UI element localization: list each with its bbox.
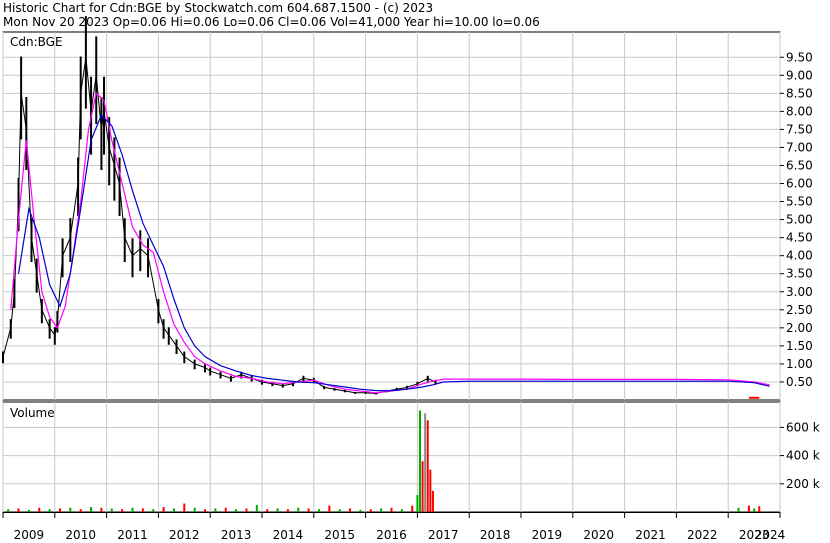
volume-bar (737, 507, 740, 512)
volume-bar (416, 495, 419, 512)
volume-chart-title: Volume (10, 406, 55, 420)
volume-bar (110, 508, 113, 512)
price-y-tick-label: 7.00 (786, 140, 813, 154)
price-y-tick-label: 3.00 (786, 285, 813, 299)
volume-bar (359, 509, 362, 512)
volume-bar (90, 507, 93, 512)
price-y-tick-label: 4.50 (786, 231, 813, 245)
volume-bar (426, 420, 429, 512)
price-y-tick-label: 2.50 (786, 303, 813, 317)
x-tick-label: 2016 (376, 528, 407, 542)
price-y-tick-label: 9.50 (786, 50, 813, 64)
price-y-tick-label: 4.00 (786, 249, 813, 263)
volume-bar (17, 508, 20, 512)
x-tick-label: 2017 (428, 528, 459, 542)
volume-bar (79, 509, 82, 512)
volume-bar (193, 507, 196, 512)
x-tick-label: 2024 (755, 528, 786, 542)
price-y-tick-label: 1.50 (786, 339, 813, 353)
volume-bar (152, 509, 155, 512)
x-tick-label: 2022 (687, 528, 718, 542)
volume-bar (255, 504, 258, 512)
volume-panel: 600 k 400 k 200 k Volume (2, 401, 820, 513)
volume-bar (317, 509, 320, 512)
volume-bar (747, 505, 750, 512)
price-panel: 9.50 9.00 8.50 8.00 7.50 7.00 6.50 6.00 5.50 5.00… (2, 16, 813, 401)
price-y-tick-label: 8.00 (786, 104, 813, 118)
price-y-tick-label: 1.00 (786, 357, 813, 371)
volume-bar (141, 508, 144, 512)
volume-bar (349, 508, 352, 512)
volume-y-tick-label: 400 k (786, 449, 820, 463)
price-y-tick-label: 5.00 (786, 213, 813, 227)
stock-chart: 9.50 9.00 8.50 8.00 7.50 7.00 6.50 6.00 5.50 5.00… (2, 16, 820, 542)
price-y-tick-label: 8.50 (786, 86, 813, 100)
volume-bar (424, 413, 427, 512)
x-tick-label: 2011 (117, 528, 148, 542)
x-tick-label: 2012 (169, 528, 200, 542)
volume-bar (235, 509, 238, 512)
volume-y-tick-label: 600 k (786, 420, 820, 434)
x-tick-label: 2021 (635, 528, 666, 542)
volume-bar (380, 508, 383, 512)
volume-bar (245, 508, 248, 512)
volume-bar (69, 507, 72, 512)
x-tick-label: 2010 (65, 528, 96, 542)
volume-bar (204, 509, 207, 512)
volume-bar (421, 461, 424, 512)
volume-bar (58, 508, 61, 512)
price-y-tick-label: 7.50 (786, 122, 813, 136)
volume-bar (276, 508, 279, 512)
volume-bar (369, 509, 372, 512)
volume-bar (214, 508, 217, 512)
volume-bar (38, 507, 41, 512)
volume-bar (121, 509, 124, 512)
volume-bar (418, 410, 421, 512)
x-tick-label: 2019 (532, 528, 563, 542)
volume-y-axis: 600 k 400 k 200 k (780, 420, 820, 491)
volume-bar (758, 506, 761, 512)
volume-bar (429, 469, 432, 512)
price-y-tick-label: 3.50 (786, 267, 813, 281)
x-tick-label: 2009 (14, 528, 45, 542)
volume-y-tick-label: 200 k (786, 477, 820, 491)
time-x-axis: 2009 2010 2011 2012 2013 2014 2015 2016 2017 2018… (2, 512, 786, 542)
volume-bar (753, 508, 756, 512)
volume-bar (48, 509, 51, 512)
price-y-tick-label: 0.50 (786, 375, 813, 389)
price-y-tick-label: 2.00 (786, 321, 813, 335)
volume-bar (100, 507, 103, 512)
volume-bar (172, 508, 175, 512)
x-tick-label: 2014 (273, 528, 304, 542)
x-tick-label: 2018 (480, 528, 511, 542)
volume-bar (390, 507, 393, 512)
price-y-tick-label: 6.00 (786, 177, 813, 191)
volume-bar (131, 507, 134, 512)
volume-bar (307, 508, 310, 512)
volume-bar (411, 505, 414, 512)
x-tick-label: 2020 (583, 528, 614, 542)
volume-bar (328, 505, 331, 512)
x-tick-label: 2013 (221, 528, 252, 542)
volume-bar (338, 509, 341, 512)
volume-bar (224, 507, 227, 512)
volume-bar (431, 490, 434, 512)
volume-bar (7, 509, 10, 512)
volume-bar (183, 503, 186, 512)
volume-bar (266, 509, 269, 512)
volume-bar (27, 509, 30, 512)
price-y-axis: 9.50 9.00 8.50 8.00 7.50 7.00 6.50 6.00 5.50 5.00… (780, 50, 813, 389)
price-y-tick-label: 9.00 (786, 68, 813, 82)
volume-bar (162, 507, 165, 512)
x-tick-label: 2015 (324, 528, 355, 542)
volume-panel-frame (2, 401, 781, 513)
price-chart-title: Cdn:BGE (10, 35, 63, 49)
price-y-tick-label: 6.50 (786, 158, 813, 172)
volume-bar (286, 509, 289, 512)
price-y-tick-label: 5.50 (786, 195, 813, 209)
volume-bar (297, 507, 300, 512)
volume-bar (400, 509, 403, 512)
